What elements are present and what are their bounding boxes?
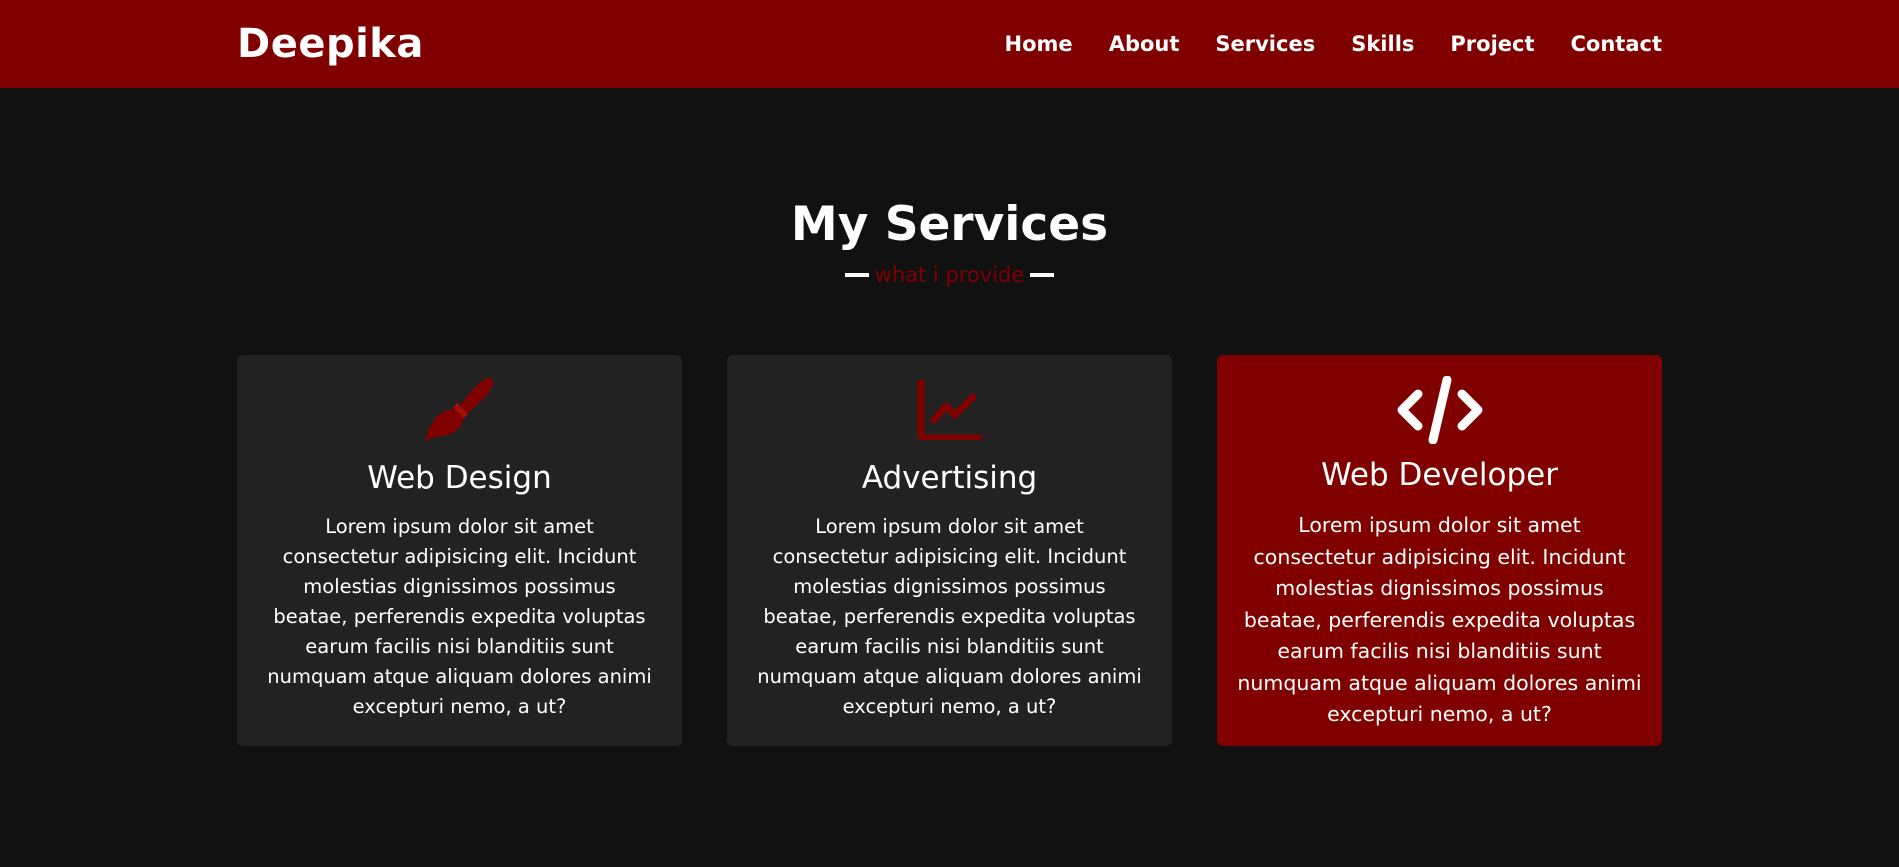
subtitle-text: what i provide	[874, 263, 1025, 287]
nav-link-home[interactable]: Home	[1005, 32, 1073, 56]
service-card-web-design[interactable]: Web Design Lorem ipsum dolor sit amet co…	[237, 355, 682, 746]
nav-item-contact: Contact	[1571, 28, 1663, 60]
subtitle-dash-left	[844, 273, 869, 277]
navbar: Deepika Home About Services Skills Proje…	[0, 0, 1899, 88]
nav-item-skills: Skills	[1351, 28, 1414, 60]
card-title: Advertising	[861, 460, 1038, 496]
card-description: Lorem ipsum dolor sit amet consectetur a…	[757, 515, 1142, 718]
service-card-web-developer[interactable]: Web Developer Lorem ipsum dolor sit amet…	[1217, 355, 1662, 746]
nav-item-services: Services	[1215, 28, 1315, 60]
section-title: My Services	[790, 197, 1109, 252]
nav-link-skills[interactable]: Skills	[1351, 32, 1414, 56]
nav-menu: Home About Services Skills Project Conta…	[1005, 28, 1662, 60]
card-description: Lorem ipsum dolor sit amet consectetur a…	[1237, 513, 1642, 726]
nav-link-about[interactable]: About	[1109, 32, 1180, 56]
nav-link-project[interactable]: Project	[1450, 32, 1534, 56]
paint-brush-icon	[237, 377, 682, 443]
card-description: Lorem ipsum dolor sit amet consectetur a…	[267, 515, 652, 718]
nav-link-contact[interactable]: Contact	[1571, 32, 1663, 56]
card-title: Web Developer	[1321, 457, 1558, 493]
brand-logo[interactable]: Deepika	[237, 18, 424, 70]
card-title: Web Design	[367, 460, 552, 496]
service-card-advertising[interactable]: Advertising Lorem ipsum dolor sit amet c…	[727, 355, 1172, 746]
nav-item-about: About	[1109, 28, 1180, 60]
service-cards: Web Design Lorem ipsum dolor sit amet co…	[237, 355, 1662, 746]
code-icon	[1217, 376, 1662, 444]
nav-item-home: Home	[1005, 28, 1073, 60]
nav-item-project: Project	[1450, 28, 1534, 60]
nav-link-services[interactable]: Services	[1215, 32, 1315, 56]
subtitle-dash-right	[1030, 273, 1055, 277]
chart-line-icon	[727, 377, 1172, 443]
section-subtitle: what i provide	[0, 258, 1899, 292]
